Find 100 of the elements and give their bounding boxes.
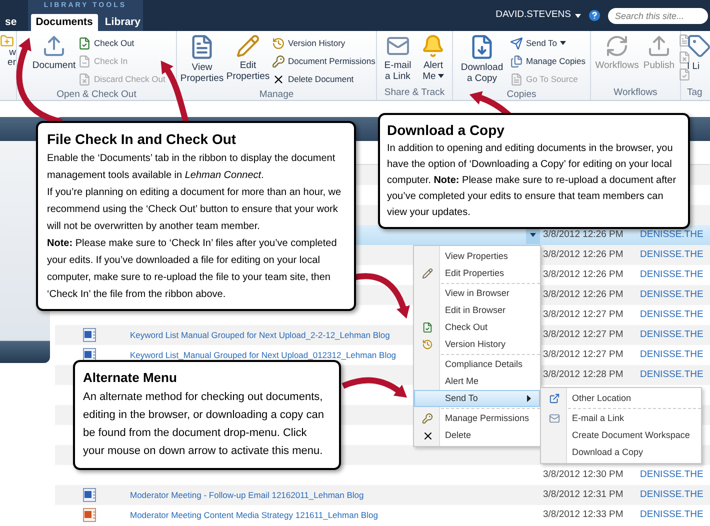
user-link[interactable]: DENISSE.THE — [640, 328, 704, 340]
share-icon — [549, 393, 560, 404]
envelope-icon — [386, 34, 410, 58]
menu-item[interactable]: Delete — [414, 427, 540, 444]
callout-arrow — [342, 377, 408, 398]
sidebar-footer — [0, 341, 50, 363]
user-menu[interactable]: DAVID.STEVENS — [496, 8, 581, 23]
caret-icon — [560, 41, 566, 45]
user-link[interactable]: DENISSE.THE — [640, 228, 704, 240]
modified-date: 3/8/2012 12:26 PM — [543, 248, 624, 260]
user-link[interactable]: DENISSE.THE — [640, 508, 704, 520]
menu-item[interactable]: Other Location — [541, 390, 701, 407]
new-folder-button[interactable]: w er — [0, 31, 16, 68]
download-copy-button[interactable]: Download a Copy — [456, 31, 508, 88]
edit-properties-button[interactable]: Edit Properties — [226, 31, 270, 88]
send-to-button[interactable]: Send To — [510, 34, 586, 52]
tag-button[interactable]: I Li — [681, 31, 710, 74]
delete-icon — [272, 72, 285, 86]
group-label: Tag — [686, 86, 704, 100]
group-label: Open & Check Out — [56, 88, 136, 102]
callout-text: Enable the ‘Documents’ tab in the ribbon to display the document management tools available in Lehman Connect. — [47, 152, 336, 183]
modified-date: 3/8/2012 12:33 PM — [543, 508, 624, 520]
menu-item[interactable]: Manage Permissions — [414, 410, 540, 427]
menu-item[interactable]: View in Browser — [414, 285, 540, 302]
menu-item[interactable]: View Properties — [414, 248, 540, 265]
callout-text: In addition to opening and editing documents in the browser, you have the option of ‘Downloading a Copy’ for editing on your local computer. Note: Please make sure to re-upload a document after you’ve completed your edits to ensure that team members can view your updates. — [387, 142, 678, 220]
group-label: Workflows — [614, 86, 658, 100]
manage-copies-button[interactable]: Manage Copies — [510, 52, 586, 70]
user-link[interactable]: DENISSE.THE — [640, 288, 704, 300]
document-link[interactable]: Keyword List_Manual Grouped for Next Upload_012312_Lehman Blog — [130, 348, 396, 362]
document-row[interactable]: Moderator Meeting - Follow-up Email 12162011_Lehman Blog 3/8/2012 12:31 PM DENISSE.THE — [55, 485, 710, 505]
submenu-arrow-icon — [527, 395, 531, 402]
history-icon — [272, 36, 285, 50]
document-link[interactable]: Moderator Meeting Content Media Strategy 121611_Lehman Blog — [130, 508, 378, 522]
modified-date: 3/8/2012 12:26 PM — [543, 288, 624, 300]
folder-icon — [0, 34, 14, 48]
menu-item[interactable]: Edit in Browser — [414, 302, 540, 319]
word-document-icon — [83, 328, 96, 342]
user-link[interactable]: DENISSE.THE — [640, 368, 704, 380]
document-icon — [510, 72, 523, 86]
group-label: Manage — [259, 88, 294, 102]
menu-item[interactable]: Edit Properties — [414, 265, 540, 282]
tag-icon — [687, 34, 710, 58]
menu-item[interactable]: Send To — [414, 390, 540, 407]
menu-item[interactable]: Alert Me — [414, 373, 540, 390]
menu-item[interactable]: Download a Copy — [541, 444, 701, 461]
key-icon — [422, 413, 433, 424]
document-permissions-button[interactable]: Document Permissions — [272, 52, 376, 70]
document-icon — [78, 72, 91, 86]
user-link[interactable]: DENISSE.THE — [640, 308, 704, 320]
group-label: Copies — [506, 88, 536, 102]
document-link[interactable]: Keyword List Manual Grouped for Next Upload_2-2-12_Lehman Blog — [130, 328, 390, 342]
search-field[interactable]: Search this site... — [608, 8, 708, 24]
caret-icon — [438, 74, 444, 78]
delete-icon — [422, 430, 434, 442]
workflow-icon — [605, 34, 629, 58]
user-link[interactable]: DENISSE.THE — [640, 348, 704, 360]
upload-icon — [42, 34, 66, 58]
caret-icon — [530, 233, 536, 237]
ribbon-tab[interactable]: Library — [100, 14, 146, 31]
document-icon — [678, 68, 691, 81]
modified-date: 3/8/2012 12:30 PM — [543, 468, 624, 480]
modified-date: 3/8/2012 12:27 PM — [543, 348, 624, 360]
ribbon-tab[interactable]: se — [0, 14, 22, 31]
document-icon — [422, 322, 433, 333]
modified-date: 3/8/2012 12:26 PM — [543, 268, 624, 280]
email-link-button[interactable]: E-mail a Link — [380, 31, 416, 86]
history-icon — [422, 339, 433, 350]
delete-document-button[interactable]: Delete Document — [272, 70, 376, 88]
document-icon — [678, 34, 691, 47]
ribbon-tab[interactable]: Documents — [30, 14, 98, 31]
alert-me-button[interactable]: Alert Me — [417, 31, 449, 86]
modified-date: 3/8/2012 12:27 PM — [543, 328, 624, 340]
modified-date: 3/8/2012 12:26 PM — [543, 228, 624, 240]
document-icon — [78, 36, 91, 50]
copies-icon — [510, 54, 523, 68]
check-out-button[interactable]: Check Out — [78, 34, 166, 52]
user-link[interactable]: DENISSE.THE — [640, 468, 704, 480]
document-link[interactable]: Moderator Meeting - Follow-up Email 12162011_Lehman Blog — [130, 488, 364, 502]
version-history-button[interactable]: Version History — [272, 34, 376, 52]
bell-icon — [421, 34, 446, 58]
modified-date: 3/8/2012 12:31 PM — [543, 488, 624, 500]
upload-document-button[interactable]: Document — [32, 31, 76, 88]
callout-title: File Check In and Check Out — [47, 130, 238, 149]
presentation-icon — [83, 508, 96, 522]
modified-date: 3/8/2012 12:27 PM — [543, 308, 624, 320]
send-icon — [510, 36, 523, 50]
menu-item[interactable]: Create Document Workspace — [541, 427, 701, 444]
user-link[interactable]: DENISSE.THE — [640, 488, 704, 500]
menu-item[interactable]: E-mail a Link — [541, 410, 701, 427]
document-icon — [678, 51, 691, 64]
modified-date: 3/8/2012 12:28 PM — [543, 368, 624, 380]
callout-title: Alternate Menu — [83, 369, 178, 387]
user-link[interactable]: DENISSE.THE — [640, 248, 704, 260]
envelope-icon — [549, 413, 560, 424]
word-document-icon — [83, 488, 96, 502]
group-label: Share & Track — [384, 86, 445, 100]
view-properties-button[interactable]: View Properties — [180, 31, 224, 88]
caret-icon — [575, 14, 581, 18]
user-link[interactable]: DENISSE.THE — [640, 268, 704, 280]
